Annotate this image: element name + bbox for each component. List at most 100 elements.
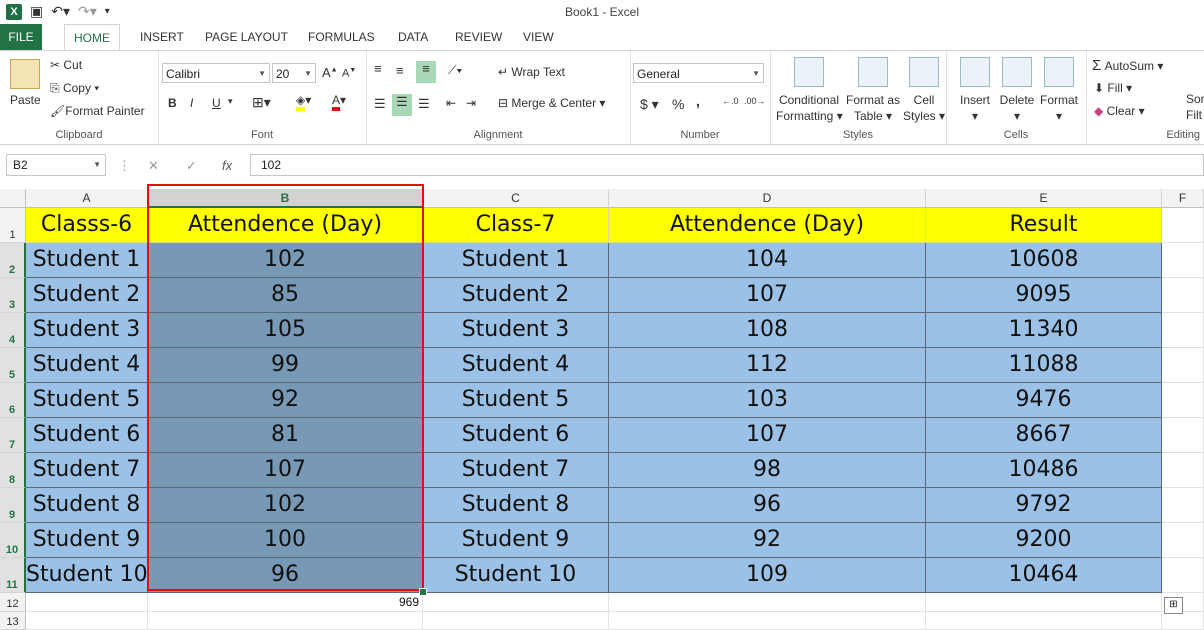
empty-cell[interactable] bbox=[1162, 612, 1204, 630]
underline-dropdown-icon[interactable]: ▾ bbox=[228, 96, 233, 107]
table-cell[interactable]: 9792 bbox=[926, 488, 1162, 523]
font-size-select[interactable]: 20 ▼ bbox=[272, 63, 316, 83]
row-header[interactable]: 3 bbox=[0, 278, 26, 313]
empty-cell[interactable] bbox=[1162, 418, 1204, 453]
table-cell[interactable]: 98 bbox=[609, 453, 926, 488]
table-cell[interactable]: 92 bbox=[148, 383, 423, 418]
table-cell[interactable]: 9095 bbox=[926, 278, 1162, 313]
empty-cell[interactable] bbox=[423, 593, 609, 612]
table-cell[interactable]: 11088 bbox=[926, 348, 1162, 383]
empty-cell[interactable] bbox=[26, 612, 148, 630]
bold-button[interactable]: B bbox=[168, 96, 177, 110]
empty-cell[interactable] bbox=[148, 612, 423, 630]
table-cell[interactable]: Student 8 bbox=[26, 488, 148, 523]
table-cell[interactable]: Student 10 bbox=[26, 558, 148, 593]
empty-cell[interactable] bbox=[1162, 208, 1204, 243]
table-cell[interactable]: 107 bbox=[148, 453, 423, 488]
table-cell[interactable]: Student 2 bbox=[423, 278, 609, 313]
table-cell[interactable]: 9200 bbox=[926, 523, 1162, 558]
table-cell[interactable]: 102 bbox=[148, 243, 423, 278]
empty-cell[interactable] bbox=[1162, 488, 1204, 523]
grow-font-icon[interactable]: A▲ bbox=[322, 65, 338, 80]
table-cell[interactable]: Student 8 bbox=[423, 488, 609, 523]
table-cell[interactable]: 108 bbox=[609, 313, 926, 348]
table-cell[interactable]: Student 3 bbox=[423, 313, 609, 348]
empty-cell[interactable] bbox=[1162, 278, 1204, 313]
paste-button[interactable]: Paste bbox=[10, 93, 41, 107]
italic-button[interactable]: I bbox=[190, 96, 193, 110]
currency-button[interactable]: $ ▾ bbox=[640, 96, 659, 113]
merge-center-button[interactable]: ⊟ Merge & Center ▾ bbox=[498, 96, 605, 110]
cancel-icon[interactable]: ✕ bbox=[148, 158, 159, 174]
empty-cell[interactable] bbox=[1162, 523, 1204, 558]
empty-cell[interactable] bbox=[1162, 313, 1204, 348]
table-cell[interactable]: 96 bbox=[148, 558, 423, 593]
table-cell[interactable]: 10464 bbox=[926, 558, 1162, 593]
table-cell[interactable]: Student 6 bbox=[423, 418, 609, 453]
table-cell[interactable]: 96 bbox=[609, 488, 926, 523]
empty-cell[interactable] bbox=[1162, 243, 1204, 278]
align-bottom-icon[interactable]: ≡ bbox=[416, 61, 436, 83]
table-cell[interactable]: Student 9 bbox=[26, 523, 148, 558]
table-cell[interactable]: 107 bbox=[609, 418, 926, 453]
tab-home[interactable]: HOME bbox=[64, 24, 120, 51]
table-cell[interactable]: Student 4 bbox=[423, 348, 609, 383]
tab-file[interactable]: FILE bbox=[0, 24, 42, 50]
row-header[interactable]: 2 bbox=[0, 243, 26, 278]
increase-decimal-icon[interactable]: ←.0 bbox=[722, 96, 739, 106]
row-header[interactable]: 9 bbox=[0, 488, 26, 523]
table-cell[interactable]: Student 9 bbox=[423, 523, 609, 558]
table-cell[interactable]: Student 6 bbox=[26, 418, 148, 453]
format-painter-button[interactable]: 🖌Format Painter bbox=[50, 104, 145, 118]
table-cell[interactable]: 109 bbox=[609, 558, 926, 593]
row-header[interactable]: 6 bbox=[0, 383, 26, 418]
table-cell[interactable]: 81 bbox=[148, 418, 423, 453]
format-button[interactable]: Format ▾ bbox=[1034, 92, 1084, 124]
empty-cell[interactable] bbox=[926, 612, 1162, 630]
fill-handle[interactable] bbox=[419, 588, 427, 596]
font-name-select[interactable]: Calibri ▼ bbox=[162, 63, 270, 83]
tab-page-layout[interactable]: PAGE LAYOUT bbox=[196, 24, 297, 50]
column-header-a[interactable]: A bbox=[26, 189, 148, 208]
increase-indent-icon[interactable]: ⇥ bbox=[466, 96, 476, 110]
table-cell[interactable]: 100 bbox=[148, 523, 423, 558]
align-middle-icon[interactable]: ≡ bbox=[396, 63, 404, 78]
wrap-text-button[interactable]: ↵ Wrap Text bbox=[498, 65, 565, 79]
decrease-decimal-icon[interactable]: .00→ bbox=[744, 96, 766, 106]
table-header-cell[interactable]: Class-7 bbox=[423, 208, 609, 243]
table-cell[interactable]: Student 1 bbox=[26, 243, 148, 278]
table-cell[interactable]: Student 4 bbox=[26, 348, 148, 383]
cell-styles-button[interactable]: Cell Styles ▾ bbox=[902, 92, 946, 124]
table-cell[interactable]: 8667 bbox=[926, 418, 1162, 453]
align-center-icon[interactable]: ☰ bbox=[392, 94, 412, 116]
table-cell[interactable]: 107 bbox=[609, 278, 926, 313]
table-cell[interactable]: 10486 bbox=[926, 453, 1162, 488]
empty-cell[interactable] bbox=[423, 612, 609, 630]
row-header[interactable]: 13 bbox=[0, 612, 26, 630]
quick-analysis-icon[interactable]: ⊞ bbox=[1164, 597, 1183, 614]
column-header-e[interactable]: E bbox=[926, 189, 1162, 208]
format-as-table-button[interactable]: Format as Table ▾ bbox=[844, 92, 902, 124]
enter-icon[interactable]: ✓ bbox=[186, 158, 197, 174]
clear-button[interactable]: ◆ Clear ▾ bbox=[1094, 104, 1145, 118]
table-cell[interactable]: 11340 bbox=[926, 313, 1162, 348]
empty-cell[interactable] bbox=[1162, 348, 1204, 383]
table-cell[interactable]: 99 bbox=[148, 348, 423, 383]
comma-button[interactable]: , bbox=[696, 93, 700, 109]
column-header-c[interactable]: C bbox=[423, 189, 609, 208]
shrink-font-icon[interactable]: A▼ bbox=[342, 67, 356, 80]
empty-cell[interactable] bbox=[609, 593, 926, 612]
tab-formulas[interactable]: FORMULAS bbox=[299, 24, 384, 50]
align-top-icon[interactable]: ≡ bbox=[374, 61, 382, 76]
select-all-corner[interactable] bbox=[0, 189, 26, 208]
align-right-icon[interactable]: ☰ bbox=[418, 96, 430, 112]
table-cell[interactable]: Student 3 bbox=[26, 313, 148, 348]
name-box[interactable]: B2 ▼ bbox=[6, 154, 106, 176]
tab-review[interactable]: REVIEW bbox=[446, 24, 511, 50]
empty-cell[interactable] bbox=[1162, 453, 1204, 488]
orientation-icon[interactable]: ⟋▾ bbox=[448, 63, 462, 78]
row-header[interactable]: 12 bbox=[0, 593, 26, 612]
table-cell[interactable]: Student 5 bbox=[26, 383, 148, 418]
table-cell[interactable]: Student 7 bbox=[423, 453, 609, 488]
column-header-b[interactable]: B bbox=[148, 189, 423, 208]
